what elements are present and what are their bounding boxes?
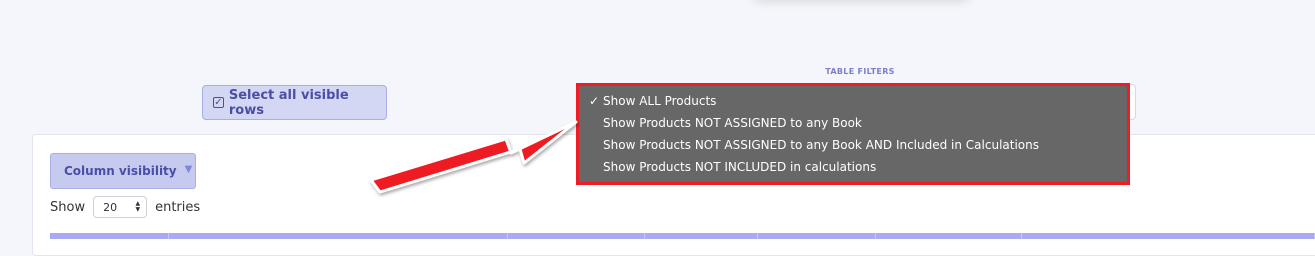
annotation-arrow-icon	[369, 120, 578, 194]
